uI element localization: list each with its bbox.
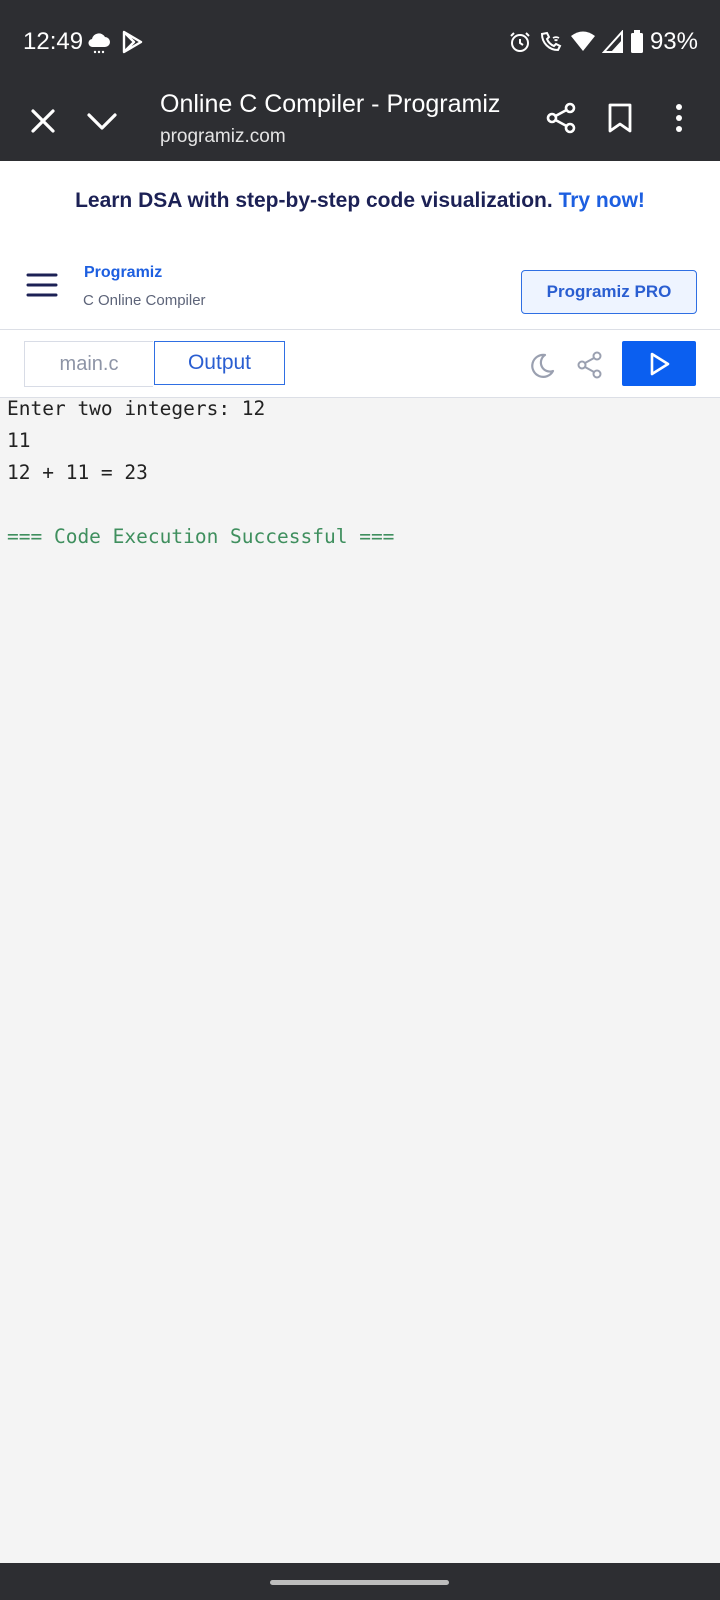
brand-subtitle: C Online Compiler [83, 292, 206, 309]
share-icon[interactable] [545, 102, 577, 134]
programiz-pro-button[interactable]: Programiz PRO [521, 270, 697, 314]
promo-text: Learn DSA with step-by-step code visuali… [0, 189, 720, 213]
output-line: 11 [7, 429, 31, 452]
promo-banner: Learn DSA with step-by-step code visuali… [0, 161, 720, 247]
home-gesture-handle[interactable] [270, 1580, 449, 1585]
status-time: 12:49 [23, 28, 84, 55]
run-button[interactable] [622, 341, 696, 386]
hamburger-menu-icon[interactable] [26, 272, 58, 298]
tab-main-c[interactable]: main.c [24, 341, 153, 387]
close-icon[interactable] [26, 104, 60, 138]
editor-toolbar: main.c Output [0, 330, 720, 398]
chevron-down-icon[interactable] [84, 104, 120, 138]
promo-link[interactable]: Try now! [559, 189, 645, 212]
dark-mode-moon-icon[interactable] [528, 352, 556, 380]
battery-icon [630, 30, 643, 53]
tab-output[interactable]: Output [154, 341, 285, 385]
brand-logo[interactable]: Programiz [84, 264, 162, 282]
share-code-icon[interactable] [576, 351, 604, 379]
browser-toolbar: Online C Compiler - Programiz programiz.… [0, 86, 720, 161]
wifi-call-icon [540, 31, 562, 52]
status-bar: 12:49 93% [0, 0, 720, 86]
more-vertical-icon[interactable] [668, 102, 690, 134]
battery-percent: 93% [649, 28, 698, 55]
bookmark-icon[interactable] [606, 102, 634, 134]
site-header: Programiz C Online Compiler Programiz PR… [0, 247, 720, 330]
play-icon [650, 352, 670, 375]
page-url[interactable]: programiz.com [160, 126, 286, 148]
output-line: Enter two integers: 12 [7, 397, 266, 420]
cell-signal-icon [601, 30, 623, 53]
wifi-icon [570, 31, 595, 51]
execution-status-line: === Code Execution Successful === [7, 525, 395, 548]
promo-message: Learn DSA with step-by-step code visuali… [75, 189, 553, 212]
play-store-icon [122, 30, 143, 54]
status-left-icons [86, 29, 144, 55]
page-title: Online C Compiler - Programiz [160, 90, 501, 118]
output-panel[interactable]: Enter two integers: 12 11 12 + 11 = 23 =… [0, 397, 720, 1563]
status-right-icons: 93% [508, 28, 698, 56]
system-nav-bar [0, 1563, 720, 1600]
weather-cloud-icon [88, 33, 110, 54]
alarm-icon [510, 32, 530, 52]
output-line: 12 + 11 = 23 [7, 461, 148, 484]
